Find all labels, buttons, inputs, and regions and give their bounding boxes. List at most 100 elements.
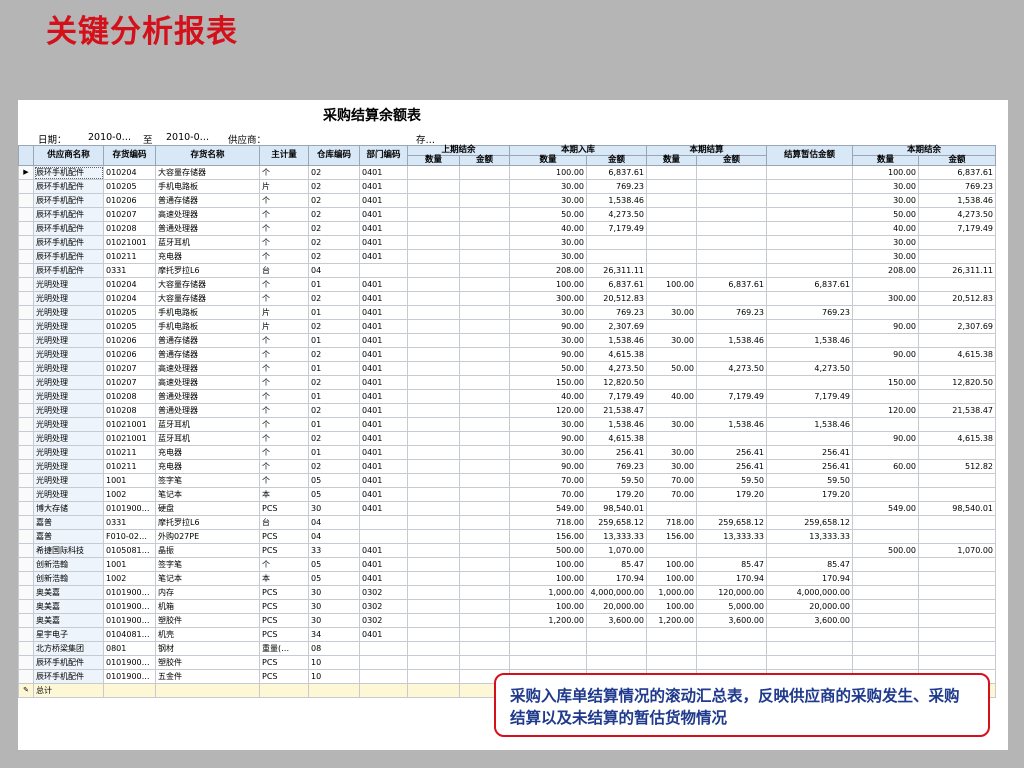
col-settle-qty[interactable]: 数量: [646, 155, 697, 166]
row-selector[interactable]: [18, 585, 34, 600]
table-row[interactable]: 辰环手机配件 010207 高速处理器个 02 0401 50.00 4,273.50 50.…: [18, 207, 996, 222]
table-row[interactable]: 辰环手机配件 0331 摩托罗拉L6 台 04 208.00 26,311.11 208.00…: [18, 263, 996, 278]
col-supplier[interactable]: 供应商名称: [33, 145, 104, 166]
table-row[interactable]: ▶ 辰环手机配件 010204 大容量存储器个 02 0401 100.00 6,837.61…: [18, 165, 996, 180]
row-selector[interactable]: [18, 599, 34, 614]
row-selector[interactable]: [18, 459, 34, 474]
row-selector[interactable]: [18, 501, 34, 516]
table-cell: [918, 641, 996, 656]
table-row[interactable]: 光明处理 1001 签字笔个 05 0401 70.00 59.50 70.00 59.50 59…: [18, 473, 996, 488]
row-selector[interactable]: [18, 655, 34, 670]
table-row[interactable]: 光明处理 1002 笔记本本 05 0401 70.00 179.20 70.00 179.20…: [18, 487, 996, 502]
row-selector[interactable]: [18, 375, 34, 390]
table-row[interactable]: 创新浩翰 1002 笔记本本 05 0401 100.00 170.94 100.00 170.…: [18, 571, 996, 586]
row-selector[interactable]: [18, 417, 34, 432]
row-selector[interactable]: [18, 613, 34, 628]
date-from-field[interactable]: 2010-0…: [88, 132, 131, 143]
row-selector[interactable]: [18, 543, 34, 558]
table-cell: 02: [308, 179, 360, 194]
table-row[interactable]: 光明处理 010204 大容量存储器个 02 0401 300.00 20,512.83 30…: [18, 291, 996, 306]
col-end-qty[interactable]: 数量: [852, 155, 919, 166]
table-row[interactable]: 光明处理 01021001 蓝牙耳机个 01 0401 30.00 1,538.46 30.0…: [18, 417, 996, 432]
table-row[interactable]: 光明处理 010205 手机电路板片 02 0401 90.00 2,307.69 90.00…: [18, 319, 996, 334]
table-cell: 01: [308, 417, 360, 432]
row-selector[interactable]: [18, 277, 34, 292]
table-row[interactable]: 光明处理 010207 高速处理器个 01 0401 50.00 4,273.50 50.00…: [18, 361, 996, 376]
table-row[interactable]: 光明处理 010207 高速处理器个 02 0401 150.00 12,820.50 150…: [18, 375, 996, 390]
table-row[interactable]: 光明处理 010211 充电器个 01 0401 30.00 256.41 30.00 256.…: [18, 445, 996, 460]
table-row[interactable]: 奥美嘉 0101900… 内存 PCS 30 0302 1,000.00 4,000,000.…: [18, 585, 996, 600]
row-selector[interactable]: [18, 515, 34, 530]
col-warehouse-code[interactable]: 仓库编码: [308, 145, 360, 166]
col-inventory-name[interactable]: 存货名称: [155, 145, 260, 166]
row-selector[interactable]: [18, 333, 34, 348]
table-cell: 个: [259, 361, 309, 376]
row-selector[interactable]: [18, 179, 34, 194]
row-selector[interactable]: [18, 669, 34, 684]
table-row[interactable]: 光明处理 010208 普通处理器个 02 0401 120.00 21,538.47 120…: [18, 403, 996, 418]
row-selector[interactable]: [18, 291, 34, 306]
row-selector[interactable]: [18, 221, 34, 236]
table-row[interactable]: 光明处理 010211 充电器个 02 0401 90.00 769.23 30.00 256.…: [18, 459, 996, 474]
row-selector[interactable]: [18, 641, 34, 656]
table-cell: [509, 641, 587, 656]
col-end-amount[interactable]: 金额: [918, 155, 996, 166]
col-estimated-amount[interactable]: 结算暂估金额: [766, 145, 853, 166]
row-selector[interactable]: [18, 627, 34, 642]
row-selector[interactable]: [18, 347, 34, 362]
row-selector[interactable]: [18, 431, 34, 446]
col-prev-amount[interactable]: 金额: [459, 155, 510, 166]
row-selector[interactable]: [18, 207, 34, 222]
table-row[interactable]: 光明处理 010208 普通处理器个 01 0401 40.00 7,179.49 40.00…: [18, 389, 996, 404]
table-row[interactable]: 光明处理 010204 大容量存储器个 01 0401 100.00 6,837.61 100…: [18, 277, 996, 292]
row-selector[interactable]: [18, 403, 34, 418]
table-row[interactable]: 奥美嘉 0101900… 机箱 PCS 30 0302 100.00 20,000.00 100…: [18, 599, 996, 614]
table-cell: 0401: [359, 235, 408, 250]
col-settle-amount[interactable]: 金额: [696, 155, 767, 166]
row-selector[interactable]: [18, 319, 34, 334]
table-row[interactable]: 创新浩翰 1001 签字笔个 05 0401 100.00 85.47 100.00 85.47…: [18, 557, 996, 572]
table-row[interactable]: 奥美嘉 0101900… 塑胶件 PCS 30 0302 1,200.00 3,600.00 1…: [18, 613, 996, 628]
date-to-field[interactable]: 2010-0…: [166, 132, 209, 143]
row-selector[interactable]: [18, 193, 34, 208]
table-row[interactable]: 辰环手机配件 010208 普通处理器个 02 0401 40.00 7,179.49 40.…: [18, 221, 996, 236]
row-selector[interactable]: [18, 445, 34, 460]
col-department-code[interactable]: 部门编码: [359, 145, 408, 166]
table-row[interactable]: 嘉普 0331 摩托罗拉L6 台 04 718.00 259,658.12 718.00 259…: [18, 515, 996, 530]
table-row[interactable]: 北方桥梁集团 0801 钢材 重量(… 08: [18, 641, 996, 656]
table-row[interactable]: 希捷国际科技 0105081… 晶振 PCS 33 0401 500.00 1,070.00 5…: [18, 543, 996, 558]
row-selector[interactable]: [18, 263, 34, 278]
table-row[interactable]: 辰环手机配件 010211 充电器个 02 0401 30.00 30.00: [18, 249, 996, 264]
table-row[interactable]: 光明处理 010206 普通存储器个 02 0401 90.00 4,615.38 90.00…: [18, 347, 996, 362]
col-inventory-code[interactable]: 存货编码: [103, 145, 156, 166]
table-row[interactable]: 光明处理 01021001 蓝牙耳机个 02 0401 90.00 4,615.38 90.0…: [18, 431, 996, 446]
table-row[interactable]: 辰环手机配件 010205 手机电路板片 02 0401 30.00 769.23 30.00…: [18, 179, 996, 194]
row-selector[interactable]: [18, 571, 34, 586]
table-row[interactable]: 辰环手机配件 010206 普通存储器个 02 0401 30.00 1,538.46 30.…: [18, 193, 996, 208]
table-row[interactable]: 辰环手机配件 01021001 蓝牙耳机个 02 0401 30.00 30.00: [18, 235, 996, 250]
table-cell: 10: [308, 669, 360, 684]
row-selector[interactable]: [18, 361, 34, 376]
table-row[interactable]: 嘉普 F010-02… 外购027PE PCS 04 156.00 13,333.33 156…: [18, 529, 996, 544]
col-prev-qty[interactable]: 数量: [407, 155, 460, 166]
row-selector[interactable]: [18, 473, 34, 488]
row-selector[interactable]: [18, 235, 34, 250]
current-row-indicator-icon[interactable]: ▶: [18, 165, 34, 180]
table-row[interactable]: 光明处理 010206 普通存储器个 01 0401 30.00 1,538.46 30.00…: [18, 333, 996, 348]
col-in-qty[interactable]: 数量: [509, 155, 587, 166]
row-selector[interactable]: [18, 529, 34, 544]
table-row[interactable]: 光明处理 010205 手机电路板片 01 0401 30.00 769.23 30.00 76…: [18, 305, 996, 320]
row-selector[interactable]: [18, 249, 34, 264]
row-selector[interactable]: [18, 557, 34, 572]
row-selector[interactable]: [18, 487, 34, 502]
col-unit[interactable]: 主计量: [259, 145, 309, 166]
col-in-amount[interactable]: 金额: [586, 155, 647, 166]
table-row[interactable]: 辰环手机配件 0101900… 塑胶件 PCS 10: [18, 655, 996, 670]
table-cell: 59.50: [696, 473, 767, 488]
row-selector[interactable]: [18, 389, 34, 404]
table-row[interactable]: 星宇电子 0104081… 机壳 PCS 34 0401: [18, 627, 996, 642]
table-cell: [459, 179, 510, 194]
table-row[interactable]: 博大存储 0101900… 硬盘 PCS 30 0401 549.00 98,540.01 54…: [18, 501, 996, 516]
table-cell: 02: [308, 165, 360, 180]
row-selector[interactable]: [18, 305, 34, 320]
